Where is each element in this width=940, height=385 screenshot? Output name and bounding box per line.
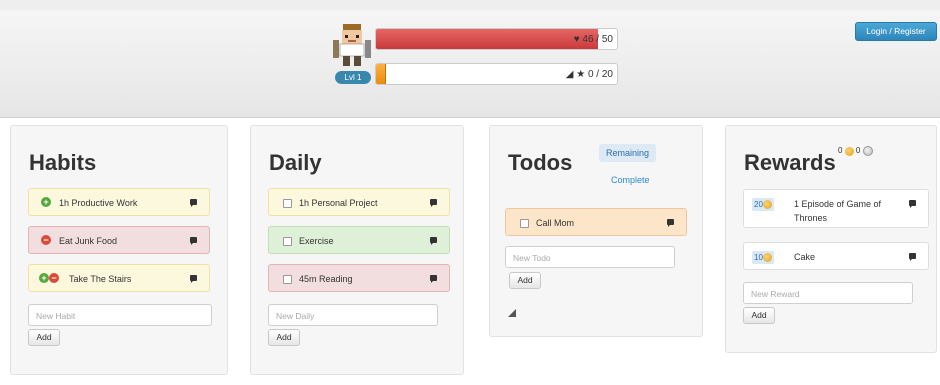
reward-price[interactable]: 20 — [752, 198, 774, 211]
level-badge: Lvl 1 — [335, 71, 371, 84]
new-reward-input[interactable]: New Reward — [743, 282, 913, 304]
heart-icon: ♥ — [573, 34, 580, 45]
health-text: ♥ 46 / 50 — [574, 34, 613, 45]
currency-display: 0 0 — [838, 146, 873, 156]
chart-icon: ◢ — [565, 69, 574, 80]
health-value: 46 / 50 — [582, 34, 613, 45]
gold-value: 0 — [838, 146, 843, 156]
comment-icon[interactable] — [667, 219, 674, 227]
tab-remaining[interactable]: Remaining — [599, 144, 657, 162]
gold-coin-icon — [762, 200, 772, 210]
comment-icon[interactable] — [430, 237, 437, 245]
experience-bar: ◢ ★ 0 / 20 — [375, 63, 618, 85]
checkbox[interactable] — [520, 219, 529, 228]
add-daily-button[interactable]: Add — [268, 329, 300, 346]
comment-icon[interactable] — [190, 237, 197, 245]
daily-label: 1h Personal Project — [299, 198, 378, 208]
experience-text: ◢ ★ 0 / 20 — [566, 69, 613, 80]
chart-icon[interactable] — [508, 309, 516, 317]
daily-label: 45m Reading — [299, 274, 353, 284]
habit-item[interactable]: + 1h Productive Work — [28, 188, 210, 216]
todos-title: Todos — [508, 150, 573, 175]
todo-label: Call Mom — [536, 218, 575, 228]
reward-price[interactable]: 10 — [752, 251, 774, 264]
comment-icon[interactable] — [430, 275, 437, 283]
rewards-panel: Rewards 0 0 20 1 Episode of Game of Thro… — [725, 125, 937, 353]
comment-icon[interactable] — [430, 199, 437, 207]
todo-item[interactable]: Call Mom — [505, 208, 687, 236]
comment-icon[interactable] — [190, 275, 197, 283]
gold-coin-icon — [844, 146, 854, 156]
health-bar: ♥ 46 / 50 — [375, 28, 618, 50]
plus-icon[interactable]: + — [41, 197, 51, 207]
reward-price-value: 10 — [754, 253, 763, 262]
checkbox[interactable] — [283, 275, 292, 284]
reward-item[interactable]: 10 Cake — [743, 242, 929, 270]
plus-icon[interactable]: + — [39, 273, 49, 283]
reward-label: Cake — [794, 252, 816, 262]
todos-panel: Todos Remaining Complete Call Mom New To… — [489, 125, 703, 337]
new-daily-input[interactable]: New Daily — [268, 304, 438, 326]
comment-icon[interactable] — [909, 253, 916, 261]
rewards-title: Rewards — [744, 150, 836, 175]
habit-label: Eat Junk Food — [59, 236, 118, 246]
header: Lvl 1 ♥ 46 / 50 ◢ ★ 0 / 20 Login / Regis… — [0, 0, 940, 118]
reward-label: 1 Episode of Game of Thrones — [794, 199, 882, 223]
experience-bar-fill — [376, 64, 386, 84]
experience-value: 0 / 20 — [587, 69, 613, 80]
habit-item[interactable]: − Eat Junk Food — [28, 226, 210, 254]
habits-panel: Habits + 1h Productive Work − Eat Junk F… — [10, 125, 228, 375]
reward-item[interactable]: 20 1 Episode of Game of Thrones — [743, 189, 929, 228]
new-todo-input[interactable]: New Todo — [505, 246, 675, 268]
health-bar-fill — [376, 29, 598, 49]
gold-coin-icon — [762, 253, 772, 263]
login-register-button[interactable]: Login / Register — [855, 22, 937, 41]
new-habit-input[interactable]: New Habit — [28, 304, 212, 326]
tab-complete[interactable]: Complete — [611, 175, 650, 185]
habit-label: Take The Stairs — [69, 274, 132, 284]
habit-item[interactable]: + − Take The Stairs — [28, 264, 210, 292]
checkbox[interactable] — [283, 199, 292, 208]
daily-item[interactable]: Exercise — [268, 226, 450, 254]
daily-label: Exercise — [299, 236, 334, 246]
silver-coin-icon — [862, 146, 873, 156]
comment-icon[interactable] — [909, 200, 916, 208]
add-habit-button[interactable]: Add — [28, 329, 60, 346]
add-todo-button[interactable]: Add — [509, 272, 541, 289]
daily-item[interactable]: 1h Personal Project — [268, 188, 450, 216]
habits-title: Habits — [29, 150, 97, 175]
daily-item[interactable]: 45m Reading — [268, 264, 450, 292]
silver-value: 0 — [855, 146, 861, 156]
checkbox[interactable] — [283, 237, 292, 246]
reward-price-value: 20 — [754, 200, 763, 209]
star-icon: ★ — [576, 69, 586, 80]
header-top-strip — [0, 0, 940, 10]
comment-icon[interactable] — [190, 199, 197, 207]
add-reward-button[interactable]: Add — [743, 307, 775, 324]
habit-label: 1h Productive Work — [59, 198, 138, 208]
avatar — [333, 24, 371, 66]
daily-panel: Daily 1h Personal Project Exercise 45m R… — [250, 125, 464, 375]
minus-icon[interactable]: − — [49, 273, 59, 283]
minus-icon[interactable]: − — [41, 235, 51, 245]
daily-title: Daily — [269, 150, 322, 175]
